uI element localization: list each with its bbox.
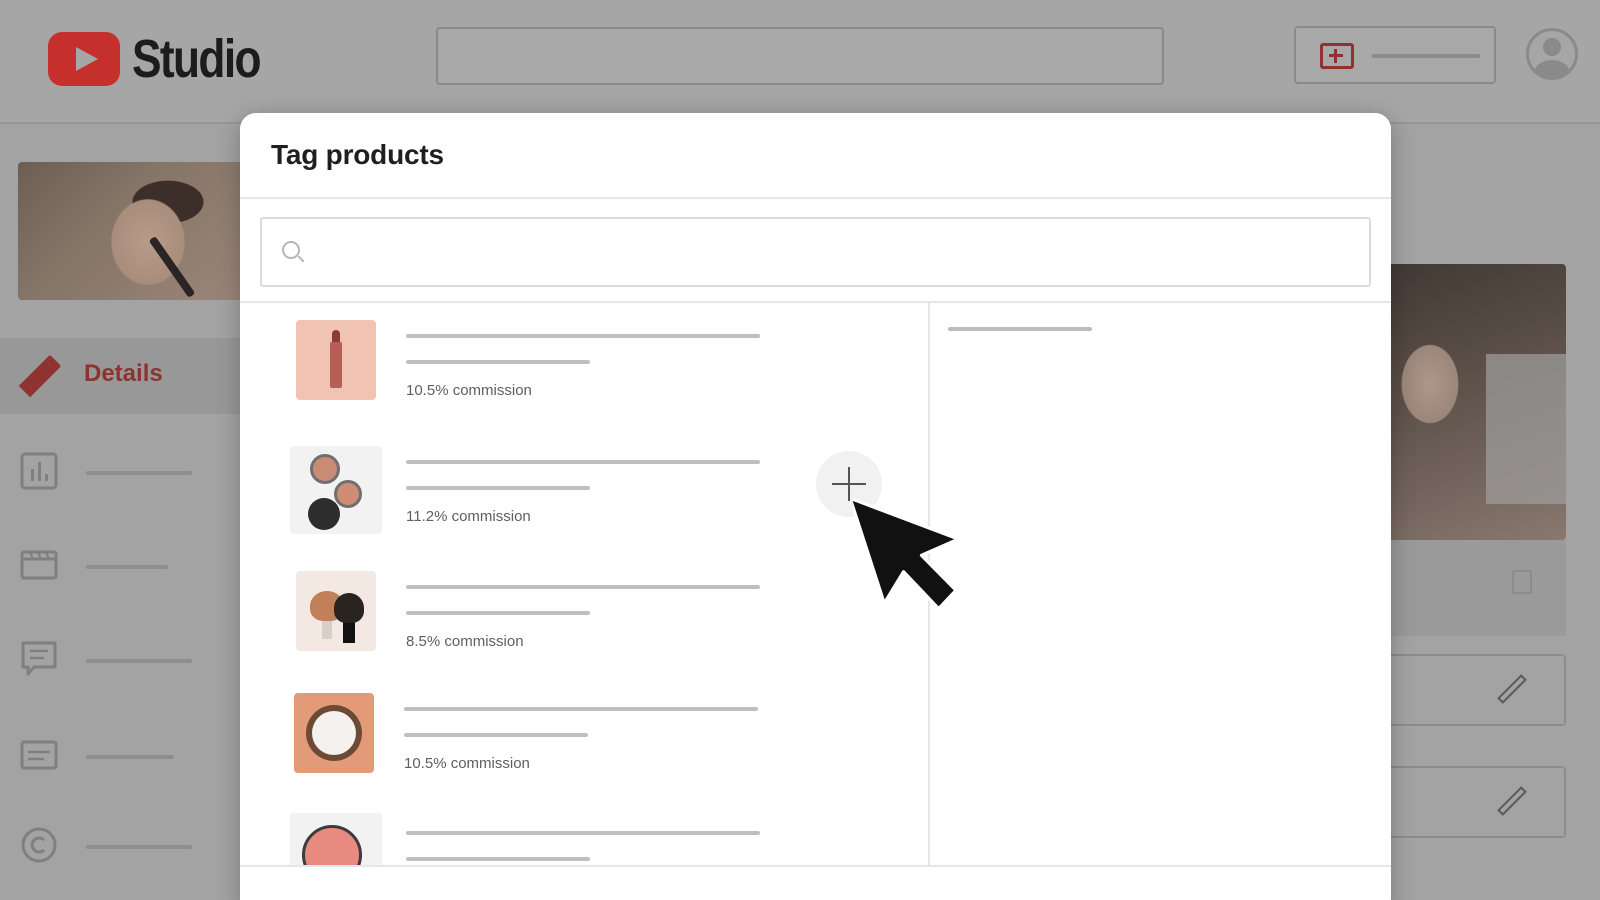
sidebar-item-label-placeholder bbox=[86, 659, 192, 663]
brush-head bbox=[334, 593, 364, 623]
editor-icon bbox=[20, 550, 58, 580]
product-search-box[interactable] bbox=[260, 217, 1371, 287]
search-icon bbox=[282, 241, 300, 259]
product-commission: 10.5% commission bbox=[404, 755, 530, 772]
create-button[interactable] bbox=[1294, 26, 1496, 84]
video-preview[interactable] bbox=[1370, 264, 1566, 540]
product-search-input[interactable] bbox=[318, 233, 1348, 273]
product-row[interactable]: 10.5% commission bbox=[288, 320, 808, 412]
editable-field[interactable] bbox=[1370, 766, 1566, 838]
product-row[interactable]: 8.5% commission bbox=[288, 571, 808, 663]
subtitles-icon bbox=[20, 740, 58, 770]
product-price-placeholder bbox=[404, 733, 588, 737]
pot-shape bbox=[310, 454, 340, 484]
sidebar-item-analytics[interactable] bbox=[0, 434, 240, 510]
sidebar-item-editor[interactable] bbox=[0, 528, 240, 604]
editable-field[interactable] bbox=[1370, 654, 1566, 726]
sidebar-item-copyright[interactable] bbox=[0, 808, 240, 884]
product-thumbnail bbox=[290, 446, 382, 534]
analytics-icon bbox=[20, 452, 58, 490]
top-bar: Studio bbox=[0, 0, 1600, 124]
divider bbox=[240, 865, 1391, 867]
product-price-placeholder bbox=[406, 611, 590, 615]
sidebar-item-comments[interactable] bbox=[0, 622, 240, 698]
logo-text: Studio bbox=[132, 29, 262, 89]
product-commission: 11.2% commission bbox=[406, 508, 531, 525]
product-price-placeholder bbox=[406, 360, 590, 364]
product-commission: 10.5% commission bbox=[406, 382, 532, 399]
pot-shape bbox=[308, 498, 340, 530]
product-name-placeholder bbox=[404, 707, 758, 711]
sidebar-item-subtitles[interactable] bbox=[0, 718, 240, 794]
tag-products-dialog: Tag products 10.5% commission 11.2% comm… bbox=[240, 113, 1391, 900]
lipstick-tube bbox=[330, 342, 342, 388]
product-thumbnail bbox=[296, 320, 376, 400]
blush-compact-shape bbox=[302, 825, 362, 865]
sidebar-item-label-placeholder bbox=[86, 755, 174, 759]
pencil-icon[interactable] bbox=[1497, 786, 1527, 816]
sidebar-item-label-placeholder bbox=[86, 845, 192, 849]
product-row[interactable] bbox=[288, 813, 808, 865]
copyright-icon bbox=[21, 827, 57, 863]
dialog-title: Tag products bbox=[271, 139, 444, 170]
product-commission: 8.5% commission bbox=[406, 633, 524, 650]
pot-shape bbox=[334, 480, 362, 508]
sidebar: Details bbox=[0, 126, 242, 900]
product-row[interactable]: 10.5% commission bbox=[288, 693, 808, 785]
product-name-placeholder bbox=[406, 831, 760, 835]
youtube-play-icon bbox=[48, 32, 120, 86]
product-name-placeholder bbox=[406, 460, 760, 464]
product-name-placeholder bbox=[406, 585, 760, 589]
product-name-placeholder bbox=[406, 334, 760, 338]
video-link-card bbox=[1370, 540, 1566, 636]
create-label-placeholder bbox=[1372, 54, 1480, 58]
cream-jar-shape bbox=[306, 705, 362, 761]
selected-products-heading-placeholder bbox=[948, 327, 1092, 331]
product-thumbnail bbox=[294, 693, 374, 773]
mouse-cursor-icon bbox=[853, 496, 960, 611]
sidebar-item-label-placeholder bbox=[86, 471, 192, 475]
video-thumbnail[interactable] bbox=[18, 162, 242, 300]
studio-logo[interactable]: Studio bbox=[48, 28, 288, 90]
product-price-placeholder bbox=[406, 486, 590, 490]
pencil-icon bbox=[18, 354, 62, 398]
product-thumbnail bbox=[290, 813, 382, 865]
account-avatar[interactable] bbox=[1526, 28, 1578, 80]
copy-icon[interactable] bbox=[1512, 570, 1532, 594]
top-search-bar[interactable] bbox=[436, 27, 1164, 85]
product-thumbnail bbox=[296, 571, 376, 651]
right-panel bbox=[1370, 124, 1600, 900]
comments-icon bbox=[21, 641, 57, 676]
create-video-icon bbox=[1320, 43, 1354, 69]
sidebar-item-label-placeholder bbox=[86, 565, 168, 569]
product-price-placeholder bbox=[406, 857, 590, 861]
divider bbox=[240, 301, 1391, 303]
sidebar-item-details[interactable]: Details bbox=[0, 338, 240, 414]
product-row[interactable]: 11.2% commission bbox=[288, 446, 808, 538]
pencil-icon[interactable] bbox=[1497, 674, 1527, 704]
sidebar-item-label: Details bbox=[84, 360, 163, 387]
divider bbox=[240, 197, 1391, 199]
